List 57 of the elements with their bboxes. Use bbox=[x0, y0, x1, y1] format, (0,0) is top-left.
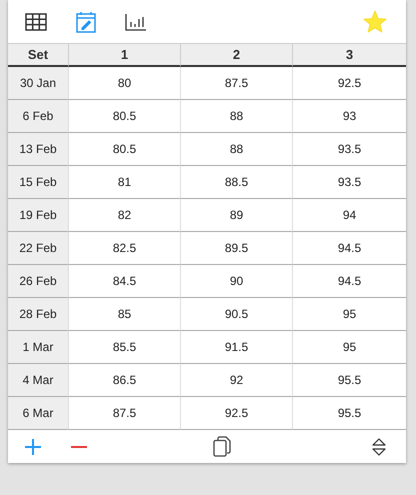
row-header: 1 Mar bbox=[8, 331, 68, 364]
table-cell: 90.5 bbox=[180, 298, 292, 331]
table-cell: 82.5 bbox=[68, 232, 180, 265]
copy-button[interactable] bbox=[211, 436, 233, 458]
table-cell: 90 bbox=[180, 265, 292, 298]
table-cell: 80.5 bbox=[68, 133, 180, 166]
copy-icon bbox=[213, 436, 231, 457]
row-header: 26 Feb bbox=[8, 265, 68, 298]
plus-icon bbox=[25, 438, 41, 454]
table-cell: 84.5 bbox=[68, 265, 180, 298]
table-cell: 91.5 bbox=[180, 331, 292, 364]
row-header: 15 Feb bbox=[8, 166, 68, 199]
table-cell: 85 bbox=[68, 298, 180, 331]
table-cell: 93.5 bbox=[292, 133, 406, 166]
row-header: 19 Feb bbox=[8, 199, 68, 232]
table-cell: 92 bbox=[180, 364, 292, 397]
column-header: 2 bbox=[180, 44, 292, 67]
table-cell: 87.5 bbox=[68, 397, 180, 430]
table-cell: 93.5 bbox=[292, 166, 406, 199]
row-header: 28 Feb bbox=[8, 298, 68, 331]
row-header: 13 Feb bbox=[8, 133, 68, 166]
table-cell: 88.5 bbox=[180, 166, 292, 199]
table-cell: 89.5 bbox=[180, 232, 292, 265]
table-cell: 82 bbox=[68, 199, 180, 232]
table-cell: 80.5 bbox=[68, 100, 180, 133]
calendar-edit-icon bbox=[76, 10, 96, 32]
table-cell: 85.5 bbox=[68, 331, 180, 364]
table-cell: 88 bbox=[180, 133, 292, 166]
column-header: 3 bbox=[292, 44, 406, 67]
table-cell: 93 bbox=[292, 100, 406, 133]
table-cell: 95 bbox=[292, 331, 406, 364]
table-cell: 92.5 bbox=[180, 397, 292, 430]
row-header: 6 Feb bbox=[8, 100, 68, 133]
bar-chart-icon bbox=[125, 12, 147, 30]
table-cell: 92.5 bbox=[292, 67, 406, 100]
column-header: Set bbox=[8, 44, 68, 67]
column-header: 1 bbox=[68, 44, 180, 67]
table-icon bbox=[25, 12, 47, 30]
table-cell: 94.5 bbox=[292, 232, 406, 265]
table-cell: 88 bbox=[180, 100, 292, 133]
table-cell: 94.5 bbox=[292, 265, 406, 298]
row-header: 4 Mar bbox=[8, 364, 68, 397]
table-cell: 89 bbox=[180, 199, 292, 232]
table-cell: 95.5 bbox=[292, 397, 406, 430]
star-icon bbox=[363, 10, 387, 33]
table-cell: 81 bbox=[68, 166, 180, 199]
sort-icon bbox=[372, 438, 386, 456]
table-cell: 86.5 bbox=[68, 364, 180, 397]
row-header: 22 Feb bbox=[8, 232, 68, 265]
table-cell: 94 bbox=[292, 199, 406, 232]
table-cell: 95.5 bbox=[292, 364, 406, 397]
table-cell: 80 bbox=[68, 67, 180, 100]
table-cell: 87.5 bbox=[180, 67, 292, 100]
table-cell: 95 bbox=[292, 298, 406, 331]
row-header: 30 Jan bbox=[8, 67, 68, 100]
row-header: 6 Mar bbox=[8, 397, 68, 430]
minus-icon bbox=[71, 446, 87, 448]
